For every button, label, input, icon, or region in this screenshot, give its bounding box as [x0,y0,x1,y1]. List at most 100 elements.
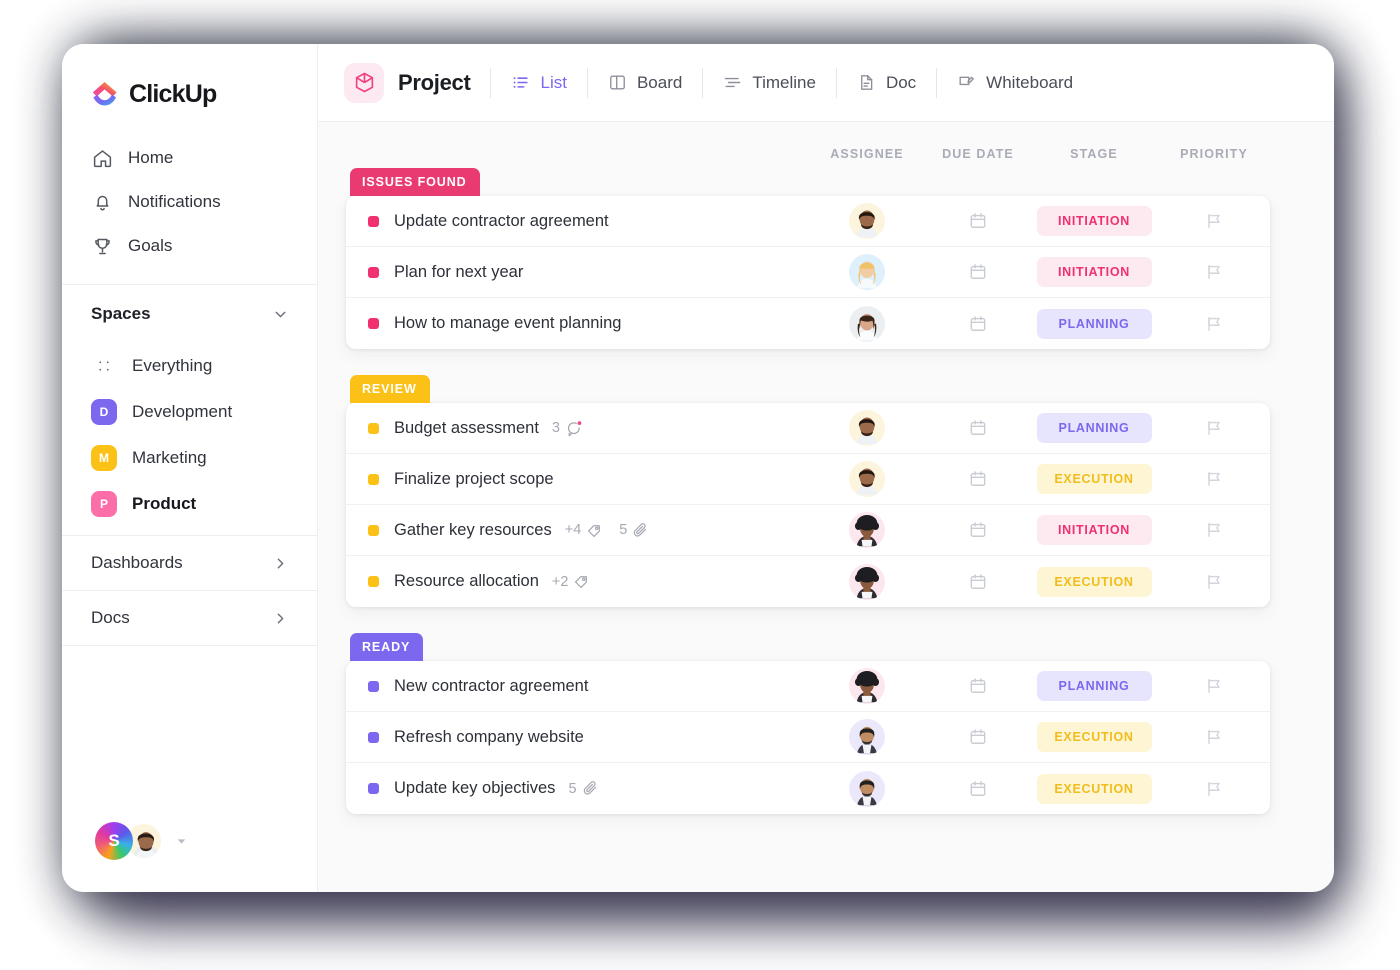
tab-timeline[interactable]: Timeline [723,73,816,93]
flag-icon [1204,469,1224,489]
task-assignee[interactable] [808,410,926,446]
tag-icon [573,573,590,590]
tab-whiteboard[interactable]: Whiteboard [957,73,1073,93]
task-due-date[interactable] [926,520,1030,540]
task-due-date[interactable] [926,779,1030,799]
spaces-header[interactable]: Spaces [62,285,317,343]
task-stage[interactable]: PLANNING [1030,671,1158,701]
task-tags[interactable]: +2 [552,573,591,590]
table-row[interactable]: New contractor agreement PLANNING [346,661,1270,712]
task-due-date[interactable] [926,727,1030,747]
sidebar-user-area[interactable]: S [62,822,317,892]
page-title: Project [398,69,471,95]
task-priority[interactable] [1158,418,1270,438]
sidebar-item-home[interactable]: Home [62,136,317,180]
task-due-date[interactable] [926,314,1030,334]
sidebar-item-goals[interactable]: Goals [62,224,317,268]
sidebar-primary-nav: Home Notifications Goals [62,118,317,285]
task-priority[interactable] [1158,211,1270,231]
sidebar-item-marketing[interactable]: M Marketing [62,435,317,481]
task-due-date[interactable] [926,262,1030,282]
task-due-date[interactable] [926,211,1030,231]
task-priority[interactable] [1158,314,1270,334]
task-stage[interactable]: INITIATION [1030,515,1158,545]
task-attachments[interactable]: 5 [568,780,598,797]
task-assignee[interactable] [808,770,926,807]
bell-icon [91,191,113,213]
task-assignee[interactable] [808,512,926,548]
group-status-badge[interactable]: REVIEW [350,375,430,403]
task-priority[interactable] [1158,262,1270,282]
task-priority[interactable] [1158,469,1270,489]
task-assignee[interactable] [808,719,926,755]
task-assignee[interactable] [808,254,926,290]
sidebar-item-dashboards[interactable]: Dashboards [62,536,317,591]
task-name: New contractor agreement [394,676,589,695]
brand[interactable]: ClickUp [62,44,317,118]
table-row[interactable]: Finalize project scope EXECUTION [346,454,1270,505]
table-row[interactable]: Update key objectives 5 EXECUTION [346,763,1270,814]
task-stage[interactable]: EXECUTION [1030,566,1158,597]
task-stage[interactable]: PLANNING [1030,413,1158,443]
tab-list[interactable]: List [511,73,567,93]
sidebar-item-development[interactable]: D Development [62,389,317,435]
tab-doc[interactable]: Doc [857,73,916,93]
table-row[interactable]: How to manage event planning PLANNING [346,298,1270,349]
sidebar-item-docs[interactable]: Docs [62,591,317,646]
task-due-date[interactable] [926,572,1030,592]
sidebar-item-label: Product [132,494,197,513]
sidebar-item-product[interactable]: P Product [62,481,317,527]
task-comments[interactable]: 3 [552,420,582,437]
task-assignee[interactable] [808,668,926,704]
task-stage[interactable]: INITIATION [1030,257,1158,287]
group-status-badge[interactable]: READY [350,633,424,661]
task-stage[interactable]: EXECUTION [1030,464,1158,494]
task-stage[interactable]: EXECUTION [1030,722,1158,752]
chevron-right-icon [272,555,289,572]
task-stage[interactable]: EXECUTION [1030,773,1158,804]
task-status-dot [368,473,379,485]
task-due-date[interactable] [926,676,1030,696]
task-assignee[interactable] [808,461,926,497]
column-header-priority: PRIORITY [1180,147,1248,161]
attachment-count: 5 [619,522,628,538]
task-priority[interactable] [1158,779,1270,799]
table-row[interactable]: Resource allocation +2 EXECUTION [346,556,1270,607]
group-status-badge[interactable]: ISSUES FOUND [350,168,480,196]
table-row[interactable]: Plan for next year INITIATION [346,247,1270,298]
task-assignee[interactable] [808,203,926,239]
task-status-dot [368,680,379,692]
task-due-date[interactable] [926,418,1030,438]
task-priority[interactable] [1158,520,1270,540]
flag-icon [1204,211,1224,231]
task-assignee[interactable] [808,563,926,600]
chevron-down-icon[interactable] [272,306,289,323]
task-priority[interactable] [1158,572,1270,592]
task-assignee[interactable] [808,305,926,342]
task-priority[interactable] [1158,727,1270,747]
task-status-dot [368,731,379,743]
sidebar-item-notifications[interactable]: Notifications [62,180,317,224]
sidebar-item-everything[interactable]: Everything [62,343,317,389]
task-tags[interactable]: +4 [565,522,604,539]
column-header-stage: STAGE [1070,147,1118,161]
table-row[interactable]: Refresh company website EXECUTION [346,712,1270,763]
tab-board[interactable]: Board [608,73,682,93]
sidebar-item-label: Development [132,402,233,421]
task-stage[interactable]: INITIATION [1030,206,1158,236]
clickup-logo-icon [90,79,120,109]
main-content: Project List Board Timeline Doc Whiteboa… [318,44,1334,892]
board-icon [608,73,627,92]
task-attachments[interactable]: 5 [619,522,649,539]
tab-label: Whiteboard [986,72,1074,92]
table-row[interactable]: Gather key resources +4 5 INITIATION [346,505,1270,556]
tag-icon [586,522,603,539]
task-priority[interactable] [1158,676,1270,696]
task-stage[interactable]: PLANNING [1030,308,1158,339]
workspace-avatar[interactable]: S [95,822,133,860]
table-row[interactable]: Update contractor agreement INITIATION [346,196,1270,247]
task-due-date[interactable] [926,469,1030,489]
paperclip-icon [582,780,599,797]
table-row[interactable]: Budget assessment 3 PLANNING [346,403,1270,454]
caret-down-icon[interactable] [175,835,188,848]
